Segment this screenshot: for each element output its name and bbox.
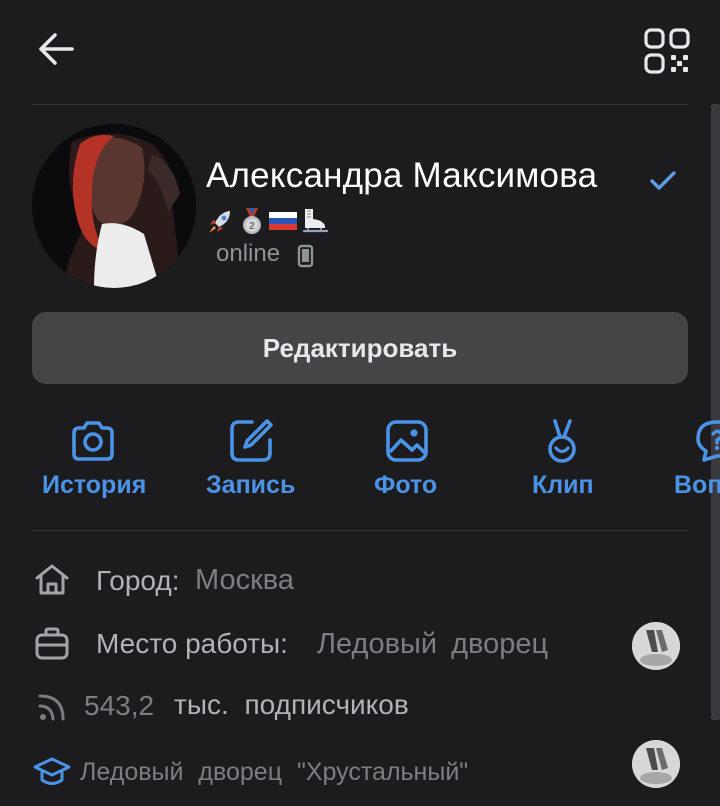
work-value[interactable]: Ледовый дворец — [317, 628, 548, 661]
action-story-label: История — [42, 471, 147, 499]
action-clip[interactable]: Клип — [524, 410, 604, 506]
info-education: Ледовый дворец "Хрустальный" — [0, 740, 720, 796]
info-followers: 543,2 тыс. подписчиков — [0, 681, 720, 731]
clip-icon — [548, 419, 576, 463]
top-bar — [0, 0, 720, 104]
profile-screen: Александра Максимова 2 online Редактиров… — [0, 0, 720, 806]
work-thumbnail[interactable] — [632, 622, 680, 670]
info-city: Город: Москва — [0, 556, 720, 606]
info-work: Место работы: Ледовый дворец — [0, 619, 720, 670]
profile-name: Александра Максимова — [206, 156, 598, 195]
action-clip-label: Клип — [532, 471, 594, 499]
arrow-left-icon — [39, 33, 74, 65]
status-emojis[interactable]: 2 — [206, 206, 329, 236]
header-divider — [32, 104, 688, 105]
city-value[interactable]: Москва — [195, 564, 294, 597]
question-bubble-icon — [696, 420, 720, 462]
education-value[interactable]: Ледовый дворец "Хрустальный" — [80, 758, 468, 787]
graduation-cap-icon — [33, 757, 71, 785]
svg-text:2: 2 — [249, 221, 255, 232]
action-post-label: Запись — [206, 471, 296, 499]
edit-icon — [230, 419, 273, 462]
actions-divider — [32, 530, 688, 531]
qr-code-icon — [644, 28, 690, 74]
edit-profile-button[interactable]: Редактировать — [32, 312, 688, 384]
action-photo-label: Фото — [374, 471, 438, 499]
education-thumbnail[interactable] — [632, 740, 680, 788]
work-label: Место работы: — [96, 628, 288, 659]
action-photo[interactable]: Фото — [366, 410, 452, 506]
online-status: online — [216, 240, 281, 267]
qr-code-button[interactable] — [640, 24, 694, 78]
action-question-label: Воп — [674, 471, 720, 499]
camera-icon — [72, 421, 114, 461]
followers-text[interactable]: тыс. подписчиков — [174, 689, 409, 721]
action-post[interactable]: Запись — [198, 410, 308, 506]
back-button[interactable] — [34, 26, 80, 72]
avatar[interactable] — [32, 124, 196, 288]
rss-icon — [38, 694, 65, 721]
russia-flag-icon — [268, 206, 298, 236]
image-icon — [386, 420, 428, 462]
briefcase-icon — [35, 627, 69, 660]
home-icon — [35, 564, 69, 595]
silver-medal-icon: 2 — [237, 206, 267, 236]
phone-icon — [297, 244, 314, 268]
action-story[interactable]: История — [34, 410, 154, 506]
followers-count[interactable]: 543,2 — [84, 690, 154, 722]
rocket-icon — [206, 206, 236, 236]
city-label: Город: — [96, 565, 180, 596]
ice-skate-icon — [299, 206, 329, 236]
action-question[interactable]: Воп — [666, 410, 720, 506]
checkmark-icon[interactable] — [648, 168, 678, 194]
